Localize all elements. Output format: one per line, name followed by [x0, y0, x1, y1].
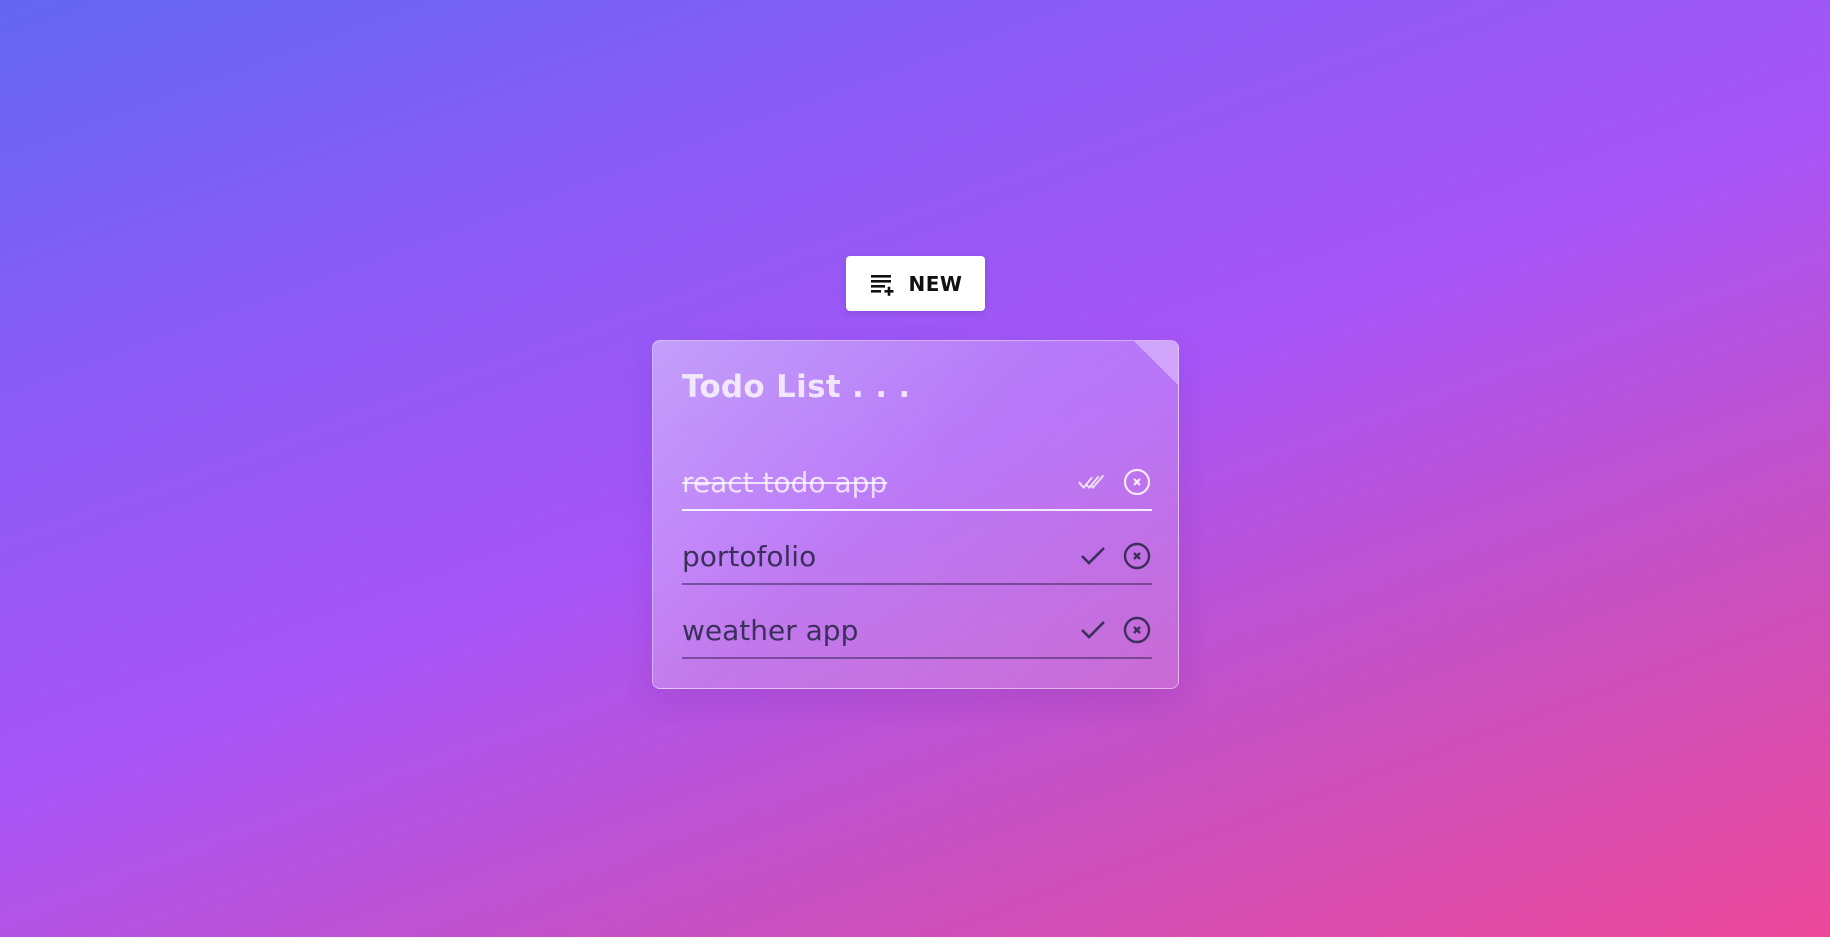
- todo-list-card: Todo List . . . react todo app portofoli…: [652, 340, 1179, 689]
- todo-item: portofolio: [682, 533, 1152, 585]
- todo-item: weather app: [682, 607, 1152, 659]
- todo-item-text: react todo app: [682, 465, 888, 499]
- close-circle-icon[interactable]: [1122, 541, 1152, 571]
- playlist-add-icon: [869, 271, 895, 297]
- check-icon[interactable]: [1078, 541, 1108, 571]
- close-circle-icon[interactable]: [1122, 467, 1152, 497]
- double-check-icon[interactable]: [1078, 467, 1108, 497]
- check-icon[interactable]: [1078, 615, 1108, 645]
- todo-list-title: Todo List . . .: [682, 369, 911, 405]
- new-todo-button[interactable]: NEW: [846, 256, 985, 311]
- close-circle-icon[interactable]: [1122, 615, 1152, 645]
- card-corner-fold: [1134, 341, 1178, 385]
- new-button-label: NEW: [908, 271, 963, 296]
- todo-item-text: weather app: [682, 613, 859, 647]
- todo-item: react todo app: [682, 459, 1152, 511]
- todo-item-text: portofolio: [682, 539, 817, 573]
